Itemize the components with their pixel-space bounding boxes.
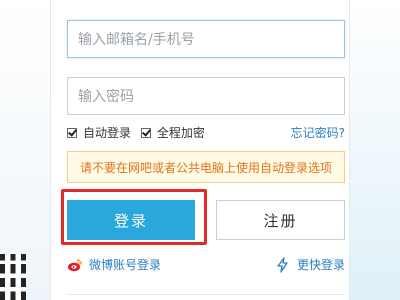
weibo-login-label: 微博账号登录 (89, 258, 162, 272)
forgot-password-link[interactable]: 忘记密码? (291, 124, 345, 141)
login-button[interactable]: 登录 (67, 200, 195, 240)
lightning-icon (275, 256, 291, 273)
weibo-login-link[interactable]: 微博账号登录 (67, 256, 161, 273)
username-input[interactable]: 输入邮箱名/手机号 (67, 20, 345, 58)
qr-code (0, 254, 26, 300)
encrypt-checkbox[interactable]: 全程加密 (140, 124, 205, 141)
checkbox-checked-icon (67, 127, 77, 138)
auto-login-checkbox[interactable]: 自动登录 (67, 124, 131, 141)
auto-login-label: 自动登录 (83, 126, 132, 140)
quick-login-label: 更快登录 (296, 258, 345, 272)
password-input[interactable]: 输入密码 (67, 77, 345, 115)
checkbox-checked-icon (140, 127, 151, 138)
username-placeholder: 输入邮箱名/手机号 (78, 32, 195, 48)
login-options: 自动登录 全程加密 忘记密码? (67, 124, 345, 142)
alt-login-links: 微博账号登录 更快登录 (67, 256, 345, 273)
background-right (350, 0, 400, 300)
register-button[interactable]: 注册 (216, 200, 345, 240)
password-placeholder: 输入密码 (78, 89, 134, 105)
auto-login-warning: 请不要在网吧或者公共电脑上使用自动登录选项 (67, 151, 345, 183)
weibo-icon (67, 257, 83, 273)
login-panel: 输入邮箱名/手机号 输入密码 自动登录 全程加密 忘记密码? 请不要在网吧或者公… (50, 0, 350, 300)
bottom-divider (67, 294, 345, 295)
quick-login-link[interactable]: 更快登录 (275, 256, 345, 273)
encrypt-label: 全程加密 (156, 126, 205, 140)
